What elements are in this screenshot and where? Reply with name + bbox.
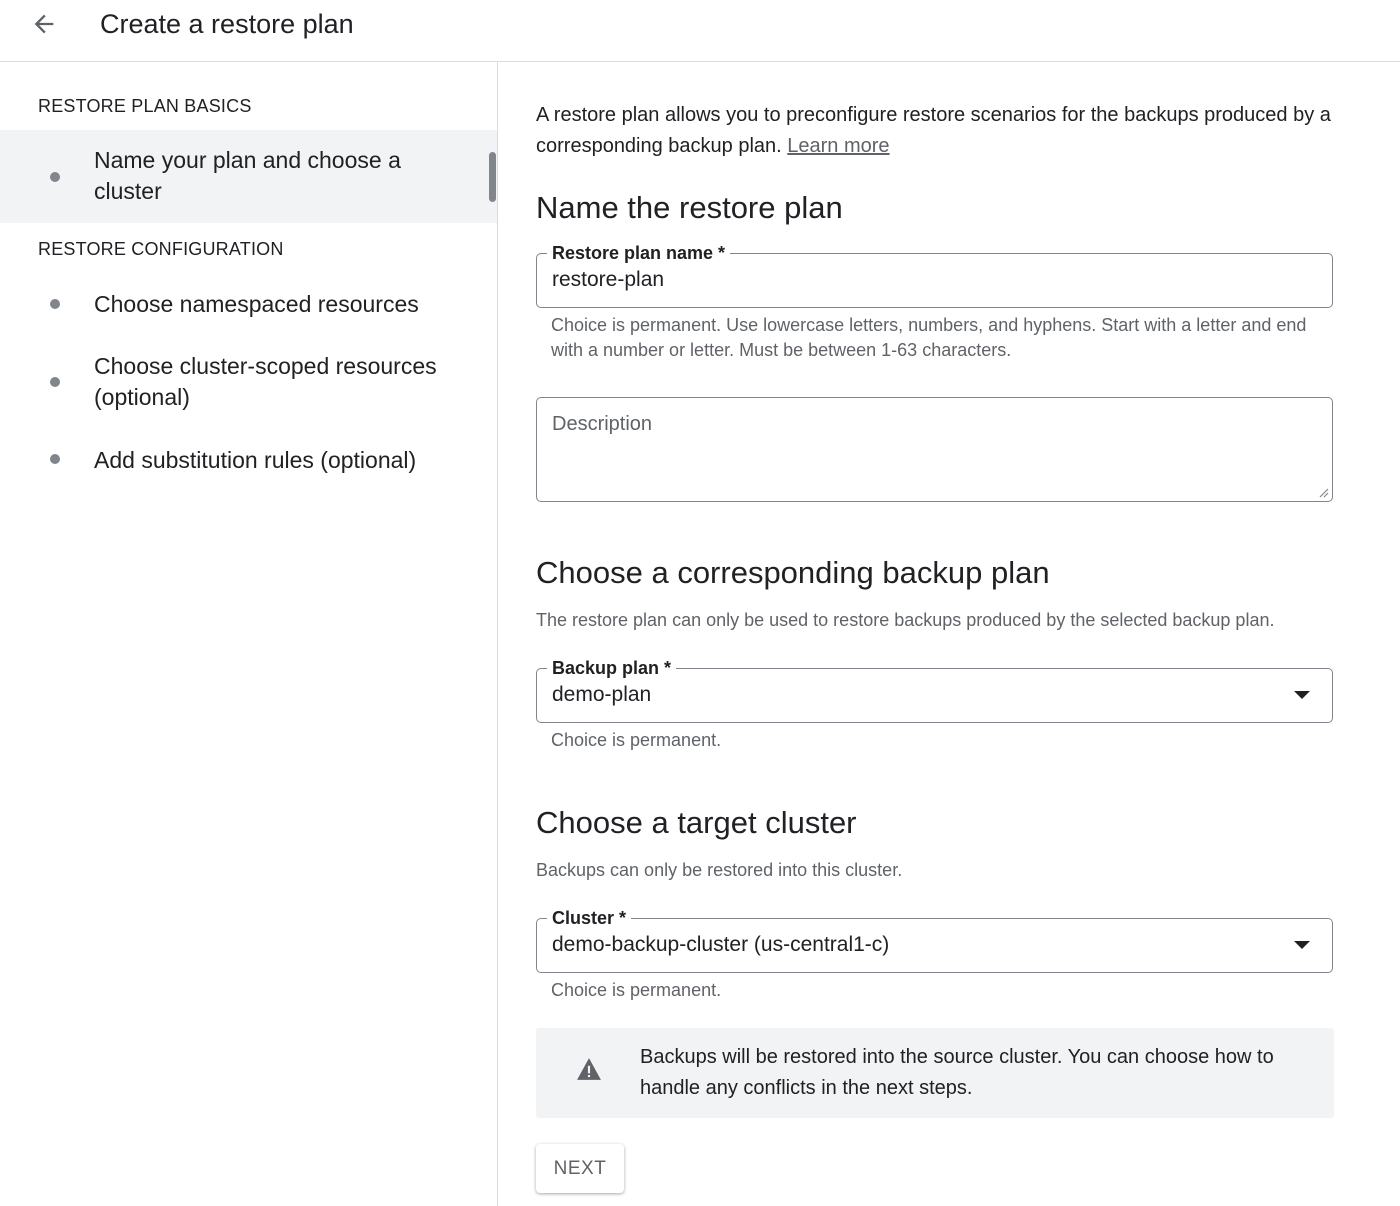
step-bullet	[50, 454, 60, 464]
step-label: Choose namespaced resources	[94, 291, 419, 317]
target-cluster-description: Backups can only be restored into this c…	[536, 860, 903, 880]
section-heading-target-cluster: Choose a target cluster	[536, 805, 857, 840]
back-button[interactable]	[28, 8, 60, 40]
restore-plan-name-value: restore-plan	[552, 268, 665, 291]
step-bullet	[50, 172, 60, 182]
restore-plan-name-hint: Choice is permanent. Use lowercase lette…	[551, 315, 1307, 360]
step-bullet	[50, 377, 60, 387]
intro-text: A restore plan allows you to preconfigur…	[536, 104, 1331, 157]
next-button[interactable]: NEXT	[536, 1144, 624, 1193]
section-heading-backup-plan: Choose a corresponding backup plan	[536, 555, 1050, 590]
intro-paragraph: A restore plan allows you to preconfigur…	[536, 100, 1356, 162]
step-name-plan[interactable]: Name your plan and choose a cluster	[0, 130, 497, 223]
restore-plan-name-field[interactable]: Restore plan name * restore-plan	[536, 242, 1333, 308]
backup-plan-label: Backup plan *	[547, 657, 677, 679]
step-substitution-rules[interactable]: Add substitution rules (optional)	[0, 437, 497, 485]
backup-plan-description: The restore plan can only be used to res…	[536, 610, 1275, 630]
step-label: Choose cluster-scoped resources (optiona…	[94, 353, 437, 410]
section-heading-name: Name the restore plan	[536, 190, 843, 225]
backup-plan-value: demo-plan	[552, 683, 652, 706]
caret-down-icon	[1294, 691, 1310, 699]
description-placeholder: Description	[552, 413, 653, 435]
step-label: Name your plan and choose a cluster	[94, 147, 401, 204]
step-cluster-scoped-resources[interactable]: Choose cluster-scoped resources (optiona…	[0, 342, 497, 422]
warning-banner: Backups will be restored into the source…	[536, 1028, 1334, 1118]
description-textarea[interactable]: Description	[536, 397, 1333, 502]
step-namespaced-resources[interactable]: Choose namespaced resources	[0, 282, 497, 330]
warning-icon	[577, 1058, 601, 1080]
page-header: Create a restore plan	[0, 0, 1400, 62]
section-heading-basics: RESTORE PLAN BASICS	[38, 96, 252, 116]
warning-text: Backups will be restored into the source…	[640, 1046, 1274, 1099]
cluster-select[interactable]: Cluster * demo-backup-cluster (us-centra…	[536, 907, 1333, 973]
resize-handle-icon[interactable]	[1317, 486, 1329, 498]
step-label: Add substitution rules (optional)	[94, 447, 417, 473]
stepper-sidebar: RESTORE PLAN BASICS Name your plan and c…	[0, 62, 498, 1206]
main-form: A restore plan allows you to preconfigur…	[498, 62, 1400, 1206]
section-heading-configuration: RESTORE CONFIGURATION	[38, 239, 284, 259]
sidebar-scrollbar[interactable]	[489, 152, 496, 202]
cluster-label: Cluster *	[547, 907, 632, 929]
caret-down-icon	[1294, 941, 1310, 949]
restore-plan-name-label: Restore plan name *	[547, 242, 731, 264]
cluster-hint: Choice is permanent.	[551, 980, 722, 1000]
backup-plan-select[interactable]: Backup plan * demo-plan	[536, 657, 1333, 723]
step-bullet	[50, 299, 60, 309]
learn-more-link[interactable]: Learn more	[787, 135, 889, 157]
page-title: Create a restore plan	[100, 9, 354, 39]
cluster-value: demo-backup-cluster (us-central1-c)	[552, 933, 890, 956]
arrow-back-icon	[34, 14, 54, 34]
backup-plan-hint: Choice is permanent.	[551, 730, 722, 750]
